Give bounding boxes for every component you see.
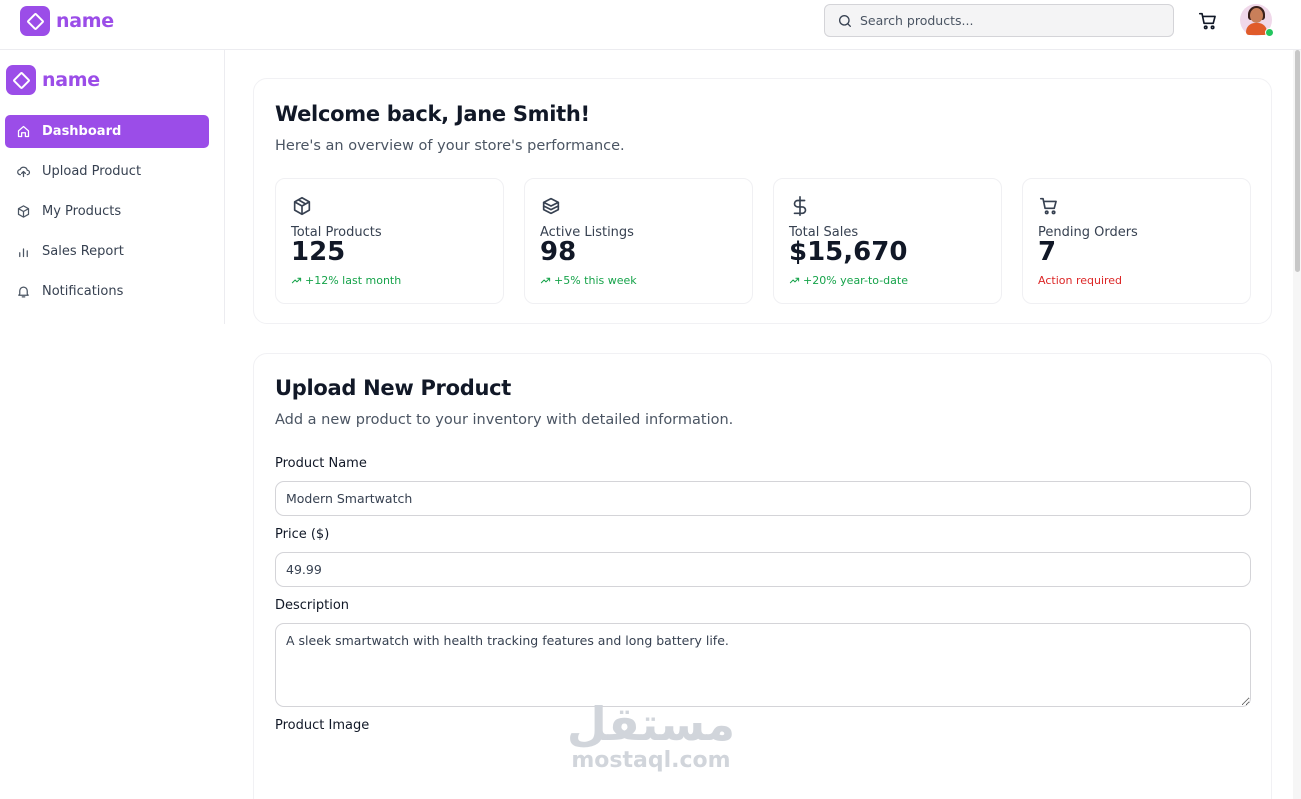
sidebar-item-label: Notifications: [42, 284, 124, 299]
sidebar-item-label: Sales Report: [42, 244, 124, 259]
product-name-label: Product Name: [275, 456, 367, 471]
stat-value: 7: [1038, 237, 1057, 267]
package-icon: [293, 196, 311, 216]
price-input[interactable]: [275, 552, 1251, 587]
description-label: Description: [275, 598, 350, 613]
avatar[interactable]: [1240, 4, 1274, 37]
brand-name: name: [56, 10, 114, 32]
scrollbar-thumb[interactable]: [1295, 50, 1300, 272]
product-name-input[interactable]: [275, 481, 1251, 516]
stat-card-pending-orders: Pending Orders 7 Action required: [1022, 178, 1251, 304]
upload-product-card: Upload New Product Add a new product to …: [253, 353, 1272, 799]
upload-subtitle: Add a new product to your inventory with…: [275, 412, 734, 428]
stat-value: $15,670: [789, 237, 908, 267]
stat-value: 125: [291, 237, 346, 267]
stat-trend: +5% this week: [540, 274, 637, 287]
price-label: Price ($): [275, 527, 330, 542]
search-icon: [839, 14, 851, 27]
welcome-card: Welcome back, Jane Smith! Here's an over…: [253, 78, 1272, 324]
logo-icon: [20, 6, 50, 36]
online-status-dot: [1265, 28, 1274, 37]
brand-logo[interactable]: name: [20, 6, 114, 36]
product-image-label: Product Image: [275, 718, 370, 733]
trending-up-icon: [789, 277, 800, 284]
sidebar-item-label: Dashboard: [42, 124, 122, 139]
stat-card-total-products: Total Products 125 +12% last month: [275, 178, 504, 304]
sidebar-item-sales-report[interactable]: Sales Report: [5, 235, 209, 268]
search-input[interactable]: [860, 13, 1140, 28]
stat-card-total-sales: Total Sales $15,670 +20% year-to-date: [773, 178, 1002, 304]
stat-trend: +12% last month: [291, 274, 401, 287]
welcome-subtitle: Here's an overview of your store's perfo…: [275, 138, 625, 154]
stat-card-active-listings: Active Listings 98 +5% this week: [524, 178, 753, 304]
stat-trend: +20% year-to-date: [789, 274, 908, 287]
package-icon: [17, 205, 30, 218]
search-bar[interactable]: [824, 4, 1174, 37]
sidebar-item-upload-product[interactable]: Upload Product: [5, 155, 209, 188]
trending-up-icon: [291, 277, 302, 284]
bell-icon: [18, 286, 29, 298]
boxes-icon: [542, 197, 560, 215]
bar-chart-icon: [19, 248, 28, 258]
brand-name: name: [42, 69, 100, 91]
watermark-arabic: مستقل: [566, 697, 736, 751]
stat-alert: Action required: [1038, 274, 1123, 287]
sidebar-nav: Dashboard Upload Product My Products Sal…: [5, 115, 209, 315]
sidebar: name Dashboard Upload Product My Product…: [0, 50, 225, 324]
watermark-latin: mostaql.com: [571, 748, 731, 773]
upload-title: Upload New Product: [275, 376, 511, 400]
sidebar-item-label: My Products: [42, 204, 122, 219]
page-scrollbar[interactable]: [1293, 50, 1301, 799]
sidebar-item-my-products[interactable]: My Products: [5, 195, 209, 228]
dollar-icon: [793, 196, 807, 216]
sidebar-item-label: Upload Product: [42, 164, 142, 179]
description-textarea[interactable]: A sleek smartwatch with health tracking …: [275, 623, 1251, 707]
cart-icon[interactable]: [1197, 10, 1219, 32]
trending-up-icon: [540, 277, 551, 284]
sidebar-brand-logo[interactable]: name: [6, 65, 100, 95]
sidebar-item-dashboard[interactable]: Dashboard: [5, 115, 209, 148]
upload-cloud-icon: [17, 166, 31, 178]
sidebar-item-notifications[interactable]: Notifications: [5, 275, 209, 308]
watermark: مستقل mostaql.com: [566, 700, 736, 773]
home-icon: [17, 125, 30, 138]
cart-icon: [1039, 197, 1057, 215]
stat-value: 98: [540, 237, 577, 267]
welcome-title: Welcome back, Jane Smith!: [275, 102, 590, 126]
top-bar: name: [0, 0, 1301, 50]
logo-icon: [6, 65, 36, 95]
